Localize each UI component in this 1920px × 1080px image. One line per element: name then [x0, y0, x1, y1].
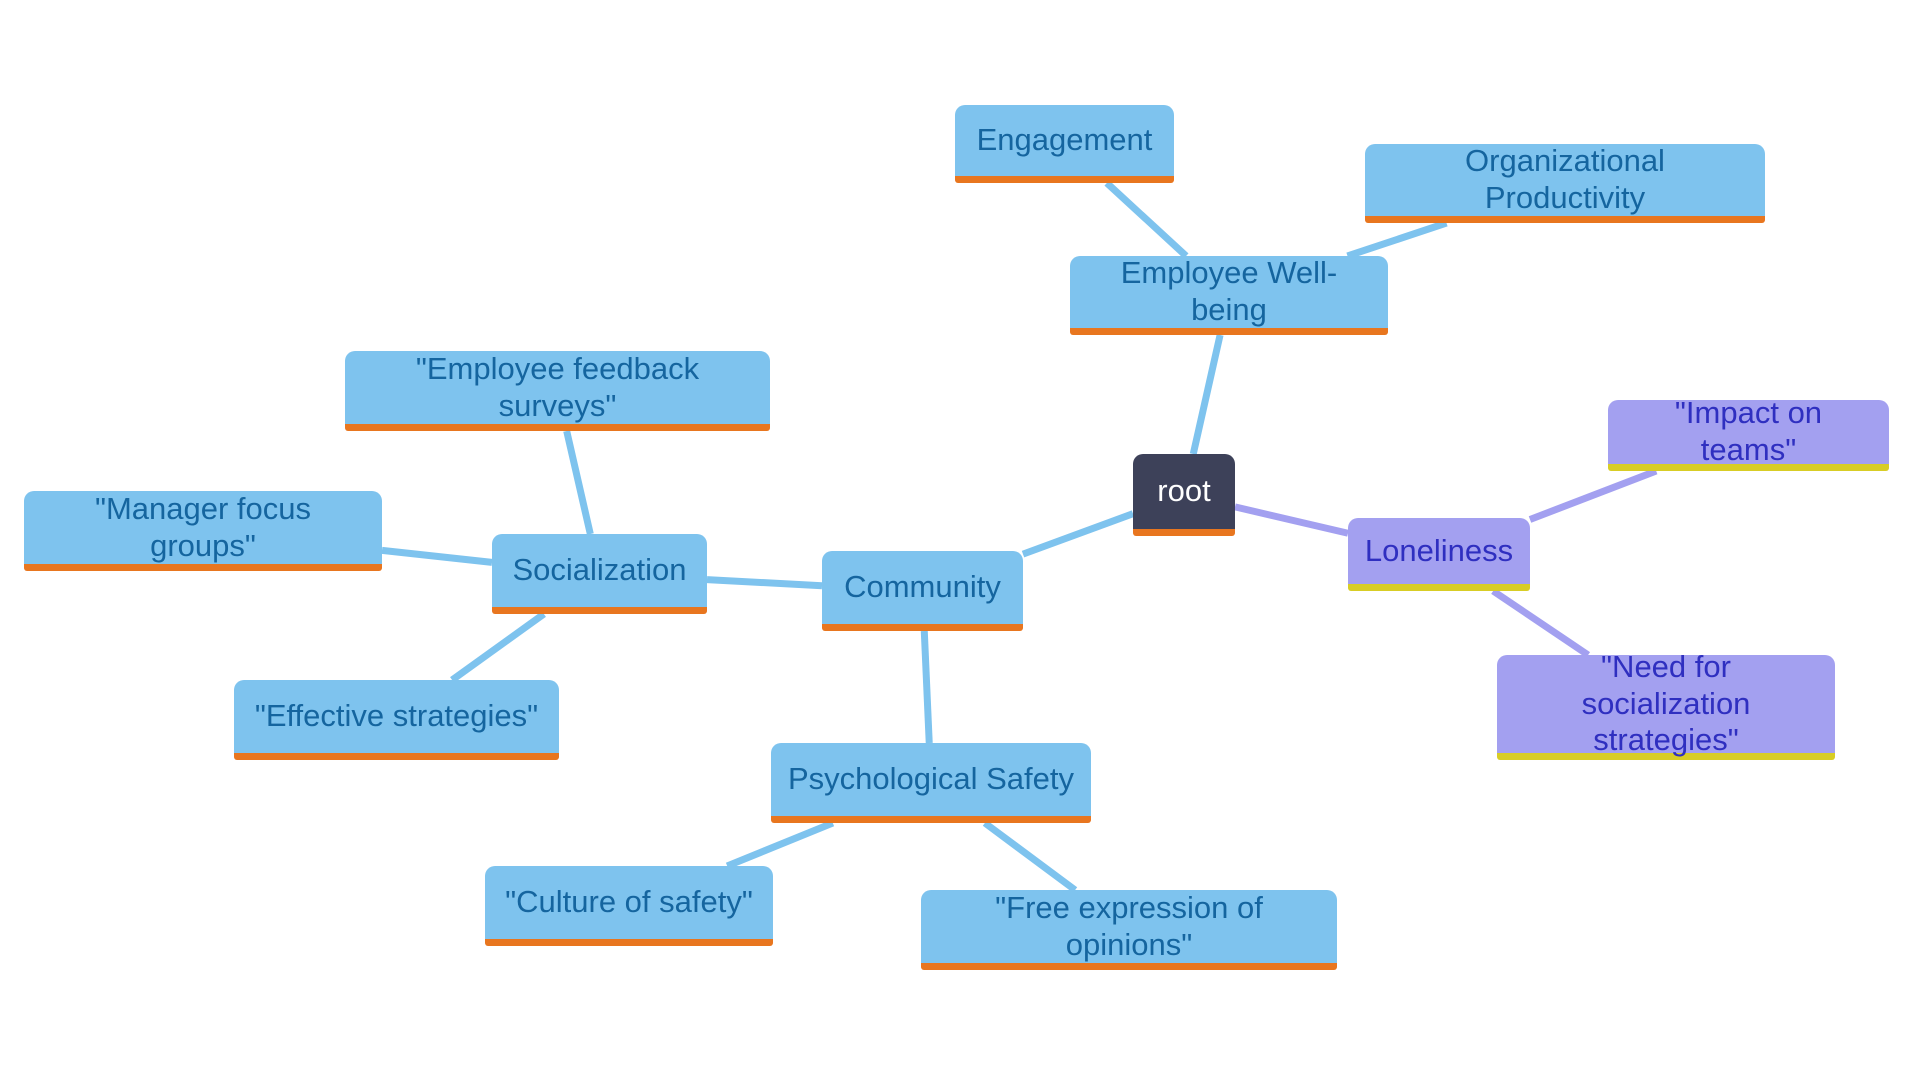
- mindmap-edge-community-to-socialization: [706, 576, 823, 590]
- mindmap-edge-psychological-safety-to-free-expression-of-opinions: [982, 820, 1078, 893]
- mindmap-node-employee-well-being[interactable]: Employee Well-being: [1070, 255, 1388, 335]
- mindmap-node-need-for-socialization-strategies[interactable]: "Need for socialization strategies": [1497, 649, 1835, 760]
- mindmap-edge-psychological-safety-to-culture-of-safety: [725, 819, 835, 870]
- mindmap-node-psychological-safety[interactable]: Psychological Safety: [771, 743, 1091, 823]
- mindmap-node-socialization[interactable]: Socialization: [492, 534, 707, 614]
- mindmap-edge-root-to-loneliness: [1234, 503, 1349, 537]
- mindmap-edge-loneliness-to-need-for-socialization-strategies: [1491, 588, 1591, 658]
- mindmap-node-organizational-productivity[interactable]: Organizational Productivity: [1365, 143, 1765, 223]
- mindmap-node-impact-on-teams[interactable]: "Impact on teams": [1608, 395, 1889, 471]
- mindmap-edge-root-to-community: [1021, 510, 1135, 558]
- mindmap-canvas: root Employee Well-being Engagement Organiz…: [0, 0, 1920, 1080]
- mindmap-edge-root-to-employee-well-being: [1189, 334, 1224, 455]
- mindmap-edge-socialization-to-effective-strategies: [450, 611, 546, 683]
- mindmap-edge-socialization-to-manager-focus-groups: [381, 546, 493, 566]
- mindmap-edge-employee-well-being-to-engagement: [1104, 180, 1189, 259]
- mindmap-node-effective-strategies[interactable]: "Effective strategies": [234, 680, 559, 760]
- mindmap-node-culture-of-safety[interactable]: "Culture of safety": [485, 866, 773, 946]
- mindmap-node-manager-focus-groups[interactable]: "Manager focus groups": [24, 491, 382, 571]
- mindmap-node-community[interactable]: Community: [822, 551, 1023, 631]
- mindmap-node-free-expression-of-opinions[interactable]: "Free expression of opinions": [921, 890, 1337, 970]
- mindmap-node-loneliness[interactable]: Loneliness: [1348, 518, 1530, 591]
- mindmap-node-root[interactable]: root: [1133, 454, 1235, 536]
- mindmap-edge-employee-well-being-to-organizational-productivity: [1346, 219, 1448, 260]
- mindmap-node-employee-feedback-surveys[interactable]: "Employee feedback surveys": [345, 351, 770, 431]
- mindmap-edge-socialization-to-employee-feedback-surveys: [563, 430, 594, 535]
- mindmap-edge-community-to-psychological-safety: [920, 630, 933, 744]
- mindmap-node-engagement[interactable]: Engagement: [955, 105, 1174, 183]
- mindmap-edge-loneliness-to-impact-on-teams: [1528, 467, 1658, 523]
